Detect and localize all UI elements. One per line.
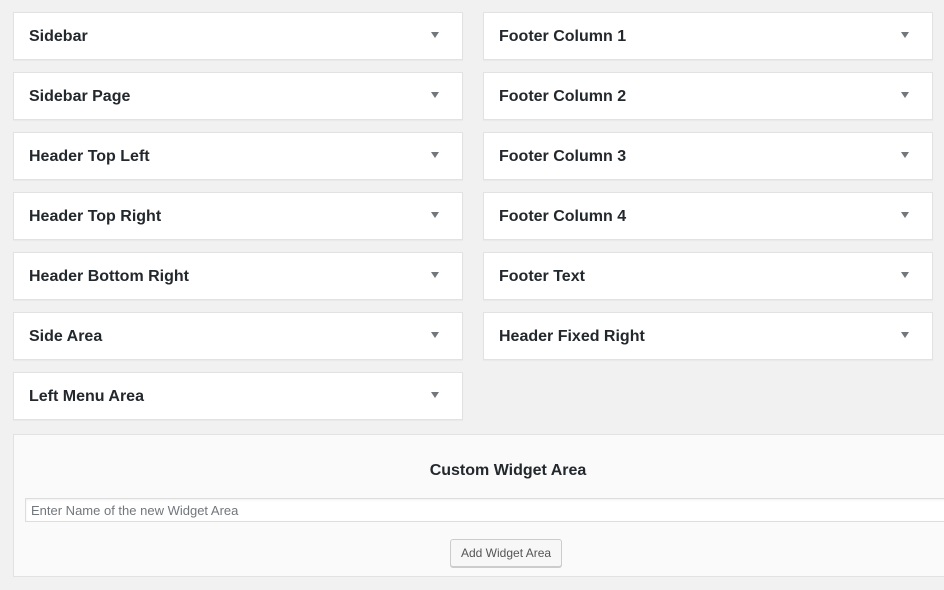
arrow-down-icon[interactable]: [901, 332, 909, 338]
right-widget-column: Footer Column 1 Footer Column 2 Footer C…: [483, 12, 933, 372]
widget-area-footer-column-2[interactable]: Footer Column 2: [483, 72, 933, 120]
widget-area-title: Sidebar: [29, 28, 88, 45]
widget-area-header-top-right[interactable]: Header Top Right: [13, 192, 463, 240]
widget-area-title: Left Menu Area: [29, 388, 144, 405]
widget-area-title: Header Bottom Right: [29, 268, 189, 285]
arrow-down-icon[interactable]: [901, 272, 909, 278]
widget-area-sidebar-page[interactable]: Sidebar Page: [13, 72, 463, 120]
widget-area-footer-column-3[interactable]: Footer Column 3: [483, 132, 933, 180]
arrow-down-icon[interactable]: [431, 152, 439, 158]
custom-widget-area-heading: Custom Widget Area: [429, 462, 587, 479]
widget-area-title: Footer Column 3: [499, 148, 627, 165]
widget-area-header-bottom-right[interactable]: Header Bottom Right: [13, 252, 463, 300]
widget-area-title: Footer Column 1: [499, 28, 627, 45]
widget-area-name-input[interactable]: [25, 498, 944, 522]
widget-area-title: Header Top Right: [29, 208, 162, 225]
arrow-down-icon[interactable]: [431, 212, 439, 218]
widget-area-title: Footer Column 2: [499, 88, 627, 105]
widget-area-footer-text[interactable]: Footer Text: [483, 252, 933, 300]
left-widget-column: Sidebar Sidebar Page Header Top Left Hea…: [13, 12, 463, 432]
widget-area-title: Footer Text: [499, 268, 585, 285]
widget-area-footer-column-1[interactable]: Footer Column 1: [483, 12, 933, 60]
widget-area-header-top-left[interactable]: Header Top Left: [13, 132, 463, 180]
widget-area-title: Footer Column 4: [499, 208, 627, 225]
custom-widget-area-panel: Custom Widget Area Add Widget Area: [13, 434, 944, 577]
widget-area-side-area[interactable]: Side Area: [13, 312, 463, 360]
arrow-down-icon[interactable]: [431, 272, 439, 278]
arrow-down-icon[interactable]: [431, 92, 439, 98]
widget-area-sidebar[interactable]: Sidebar: [13, 12, 463, 60]
widget-area-title: Sidebar Page: [29, 88, 131, 105]
arrow-down-icon[interactable]: [901, 32, 909, 38]
arrow-down-icon[interactable]: [901, 212, 909, 218]
widget-area-title: Side Area: [29, 328, 103, 345]
arrow-down-icon[interactable]: [431, 32, 439, 38]
widget-area-header-fixed-right[interactable]: Header Fixed Right: [483, 312, 933, 360]
arrow-down-icon[interactable]: [901, 152, 909, 158]
widget-area-title: Header Fixed Right: [499, 328, 645, 345]
widget-area-left-menu-area[interactable]: Left Menu Area: [13, 372, 463, 420]
arrow-down-icon[interactable]: [901, 92, 909, 98]
add-widget-area-button[interactable]: Add Widget Area: [450, 539, 563, 567]
widget-area-title: Header Top Left: [29, 148, 150, 165]
arrow-down-icon[interactable]: [431, 332, 439, 338]
widget-area-footer-column-4[interactable]: Footer Column 4: [483, 192, 933, 240]
arrow-down-icon[interactable]: [431, 392, 439, 398]
